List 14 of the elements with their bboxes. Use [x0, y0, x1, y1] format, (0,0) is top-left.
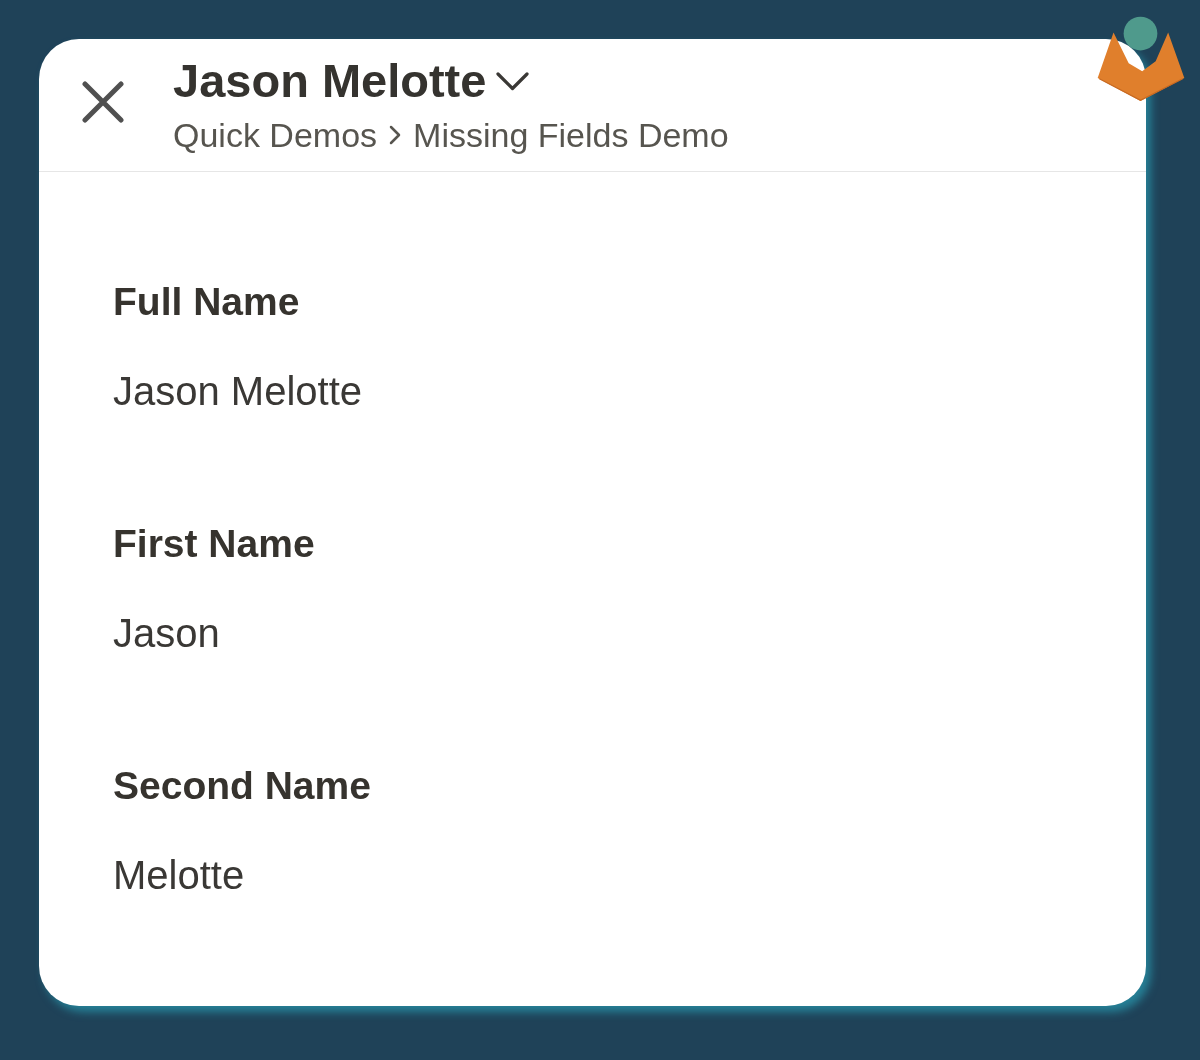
- chevron-down-icon: [496, 71, 530, 91]
- field-label: Full Name: [113, 279, 300, 325]
- field-value: Melotte: [113, 852, 245, 898]
- breadcrumb-current: Missing Fields Demo: [413, 115, 729, 155]
- close-button[interactable]: [79, 78, 127, 126]
- field-label: Second Name: [113, 763, 371, 809]
- field-value: Jason Melotte: [113, 368, 363, 414]
- field-label: First Name: [113, 521, 315, 567]
- breadcrumb-link[interactable]: Quick Demos: [173, 115, 378, 155]
- close-icon: [82, 81, 124, 123]
- chevron-right-icon: [389, 125, 402, 145]
- field-value: Jason: [113, 610, 220, 656]
- record-title-dropdown[interactable]: Jason Melotte: [173, 55, 530, 107]
- logo-icon: [1096, 15, 1186, 102]
